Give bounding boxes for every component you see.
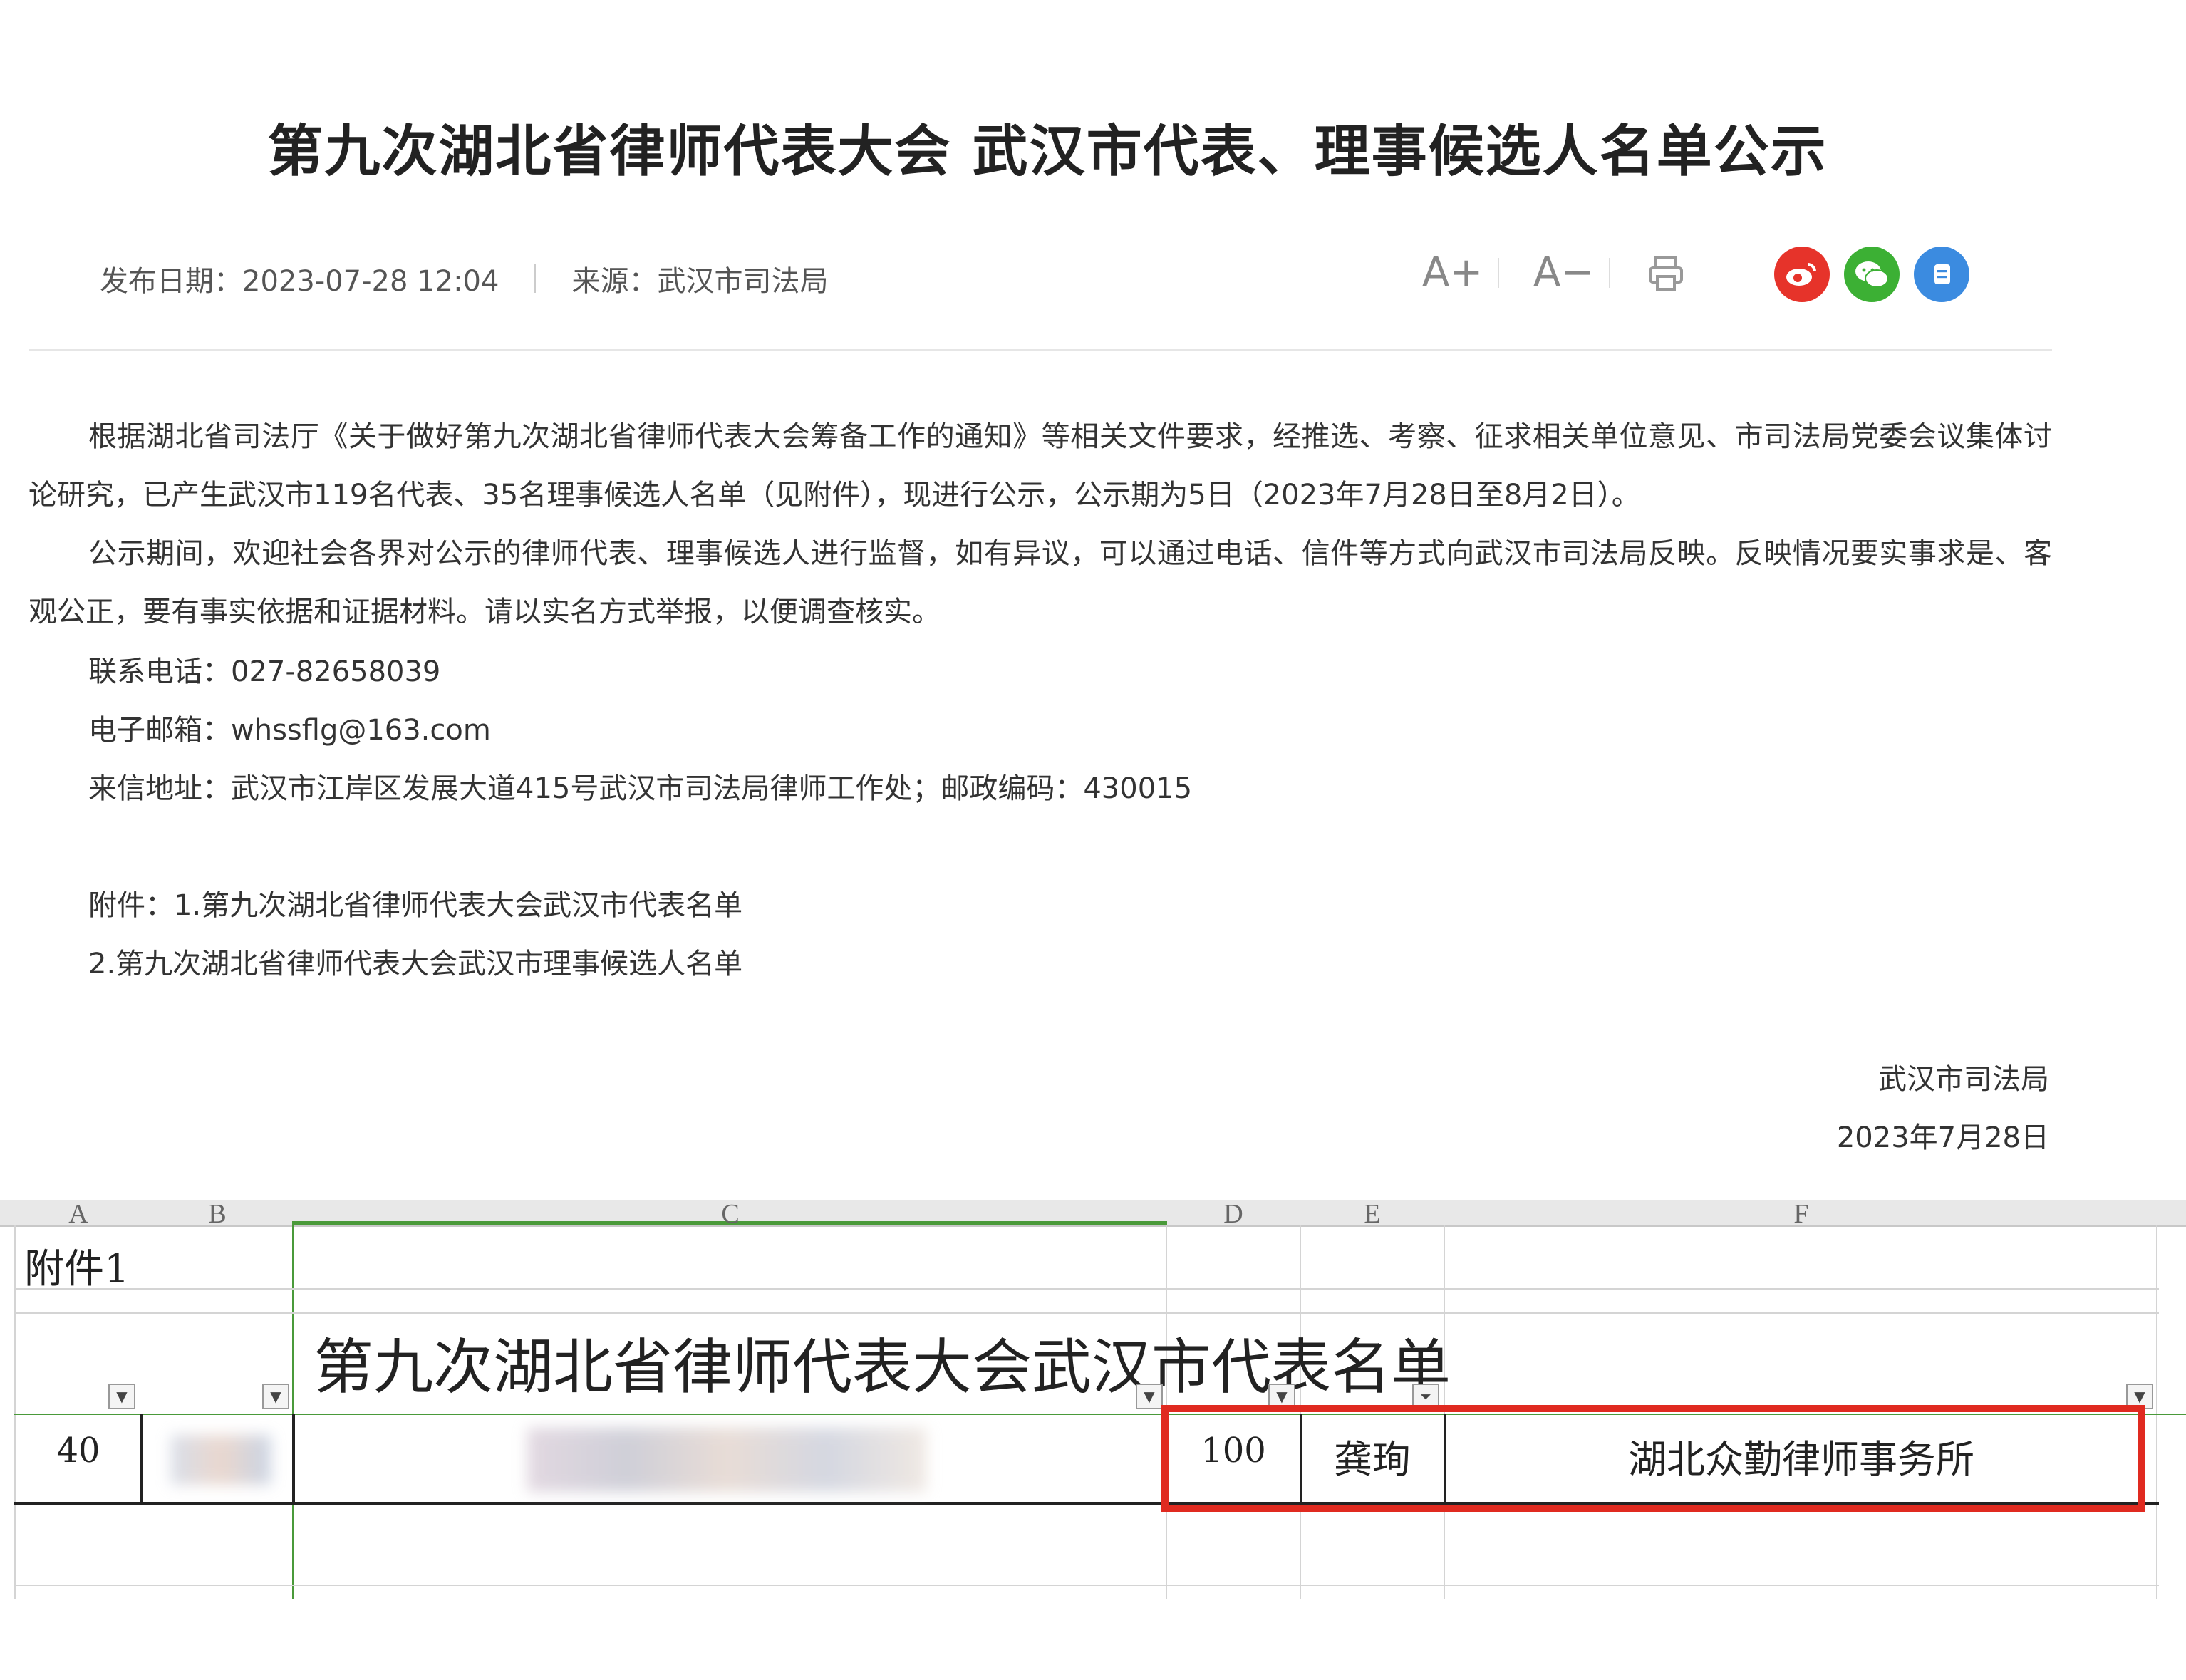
sign-date: 2023年7月28日 [1836, 1121, 2049, 1154]
cell-border [292, 1414, 295, 1503]
redacted-cell [527, 1428, 926, 1492]
contact-email: 电子邮箱：whssflg@163.com [88, 714, 491, 747]
tool-divider [1609, 258, 1610, 288]
weibo-icon [1786, 263, 1816, 286]
highlight-box [1161, 1405, 2145, 1512]
meta-divider [534, 264, 537, 293]
redacted-cell [171, 1435, 271, 1485]
publish-date: 发布日期：2023-07-28 12:04 [100, 265, 499, 298]
print-button[interactable] [1646, 254, 1686, 296]
filter-dropdown-icon[interactable]: ▼ [262, 1384, 289, 1409]
column-header-b: B [208, 1200, 227, 1225]
attachment-link[interactable]: 2.第九次湖北省律师代表大会武汉市理事候选人名单 [88, 940, 742, 982]
source: 来源：武汉市司法局 [571, 265, 829, 298]
column-header-f: F [1793, 1200, 1809, 1225]
gridline [14, 1288, 2159, 1290]
gridline [14, 1312, 2159, 1314]
spreadsheet-screenshot: A B C D E F 附件1 第九次湖北省律师代表大会武汉市代表名单 ▼ ▼ … [0, 1200, 2186, 1599]
column-header-d: D [1223, 1200, 1243, 1225]
tool-divider [1498, 258, 1499, 288]
gridline [2156, 1225, 2157, 1599]
wechat-share-button[interactable] [1844, 247, 1900, 302]
font-larger-button[interactable]: A+ [1422, 249, 1483, 296]
row-cell-a: 40 [56, 1431, 100, 1471]
copy-link-button[interactable] [1914, 247, 1969, 302]
contact-phone: 联系电话：027-82658039 [88, 655, 441, 688]
column-header-a: A [68, 1200, 88, 1225]
article-meta: 发布日期：2023-07-28 12:04 来源：武汉市司法局 [100, 258, 828, 299]
signature: 武汉市司法局 [1878, 1063, 2049, 1096]
divider [29, 349, 2052, 351]
copy-icon [1934, 264, 1950, 284]
paragraph: 根据湖北省司法厅《关于做好第九次湖北省律师代表大会筹备工作的通知》等相关文件要求… [29, 420, 2052, 512]
filter-dropdown-icon[interactable]: ▼ [1136, 1384, 1163, 1409]
paragraph: 公示期间，欢迎社会各界对公示的律师代表、理事候选人进行监督，如有异议，可以通过电… [29, 537, 2052, 628]
wechat-icon [1855, 261, 1889, 288]
column-header-c: C [721, 1200, 740, 1225]
gridline [14, 1585, 2159, 1586]
article-title: 第九次湖北省律师代表大会 武汉市代表、理事候选人名单公示 [267, 120, 1828, 184]
attachment-link[interactable]: 附件：1.第九次湖北省律师代表大会武汉市代表名单 [88, 882, 742, 923]
print-icon [1649, 256, 1683, 291]
font-smaller-button[interactable]: A− [1533, 249, 1594, 296]
weibo-share-button[interactable] [1774, 247, 1830, 302]
gridline [292, 1225, 294, 1599]
filter-dropdown-icon[interactable]: ▼ [108, 1384, 135, 1409]
contact-address: 来信地址：武汉市江岸区发展大道415号武汉市司法局律师工作处；邮政编码：4300… [88, 772, 1193, 805]
gridline [14, 1225, 16, 1599]
column-header-e: E [1364, 1200, 1381, 1225]
attachment-cell: 附件1 [24, 1246, 130, 1292]
